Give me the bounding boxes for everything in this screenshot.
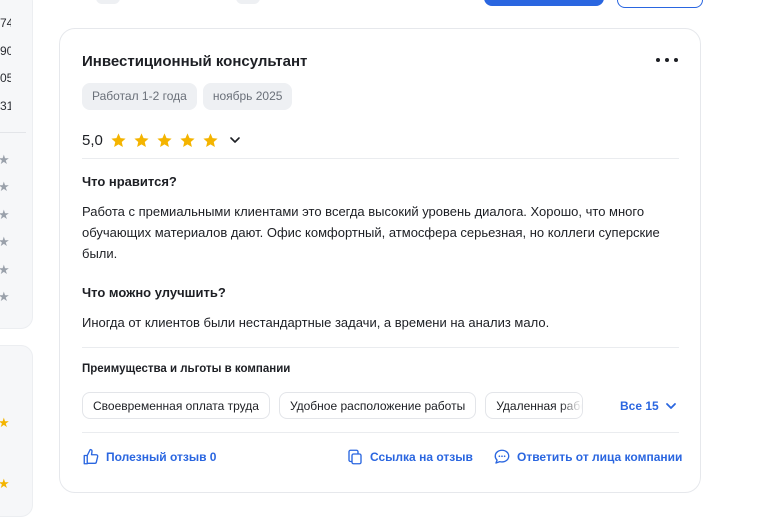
star-icon: ★ xyxy=(0,476,10,491)
top-toolbar-element xyxy=(236,0,260,4)
useful-review-button[interactable]: Полезный отзыв 0 xyxy=(82,448,216,466)
review-card: Инвестиционный консультант Работал 1-2 г… xyxy=(59,28,701,493)
left-divider xyxy=(0,132,26,133)
star-icon: ★ xyxy=(0,179,10,194)
rating-value: 5,0 xyxy=(82,131,103,149)
left-rating-number: 90 xyxy=(0,44,11,58)
rating-row: 5,0 xyxy=(82,129,241,151)
star-icon: ★ xyxy=(0,415,10,430)
benefit-chip: Своевременная оплата труда xyxy=(82,392,270,419)
star-icon xyxy=(203,132,218,147)
review-tags: Работал 1-2 года ноябрь 2025 xyxy=(82,83,293,110)
star-icon xyxy=(134,132,149,147)
tag-experience: Работал 1-2 года xyxy=(82,83,197,110)
review-title: Инвестиционный консультант xyxy=(82,53,308,70)
benefits-title: Преимущества и льготы в компании xyxy=(82,363,291,375)
useful-review-label: Полезный отзыв 0 xyxy=(106,450,217,464)
left-rating-number: 74 xyxy=(0,16,11,30)
all-benefits-button[interactable]: Все 15 xyxy=(620,399,677,413)
star-icon: ★ xyxy=(0,262,10,277)
chevron-down-icon xyxy=(665,403,676,409)
star-icon xyxy=(157,132,172,147)
left-second-panel xyxy=(0,345,33,517)
reply-as-company-label: Ответить от лица компании xyxy=(517,450,683,464)
pros-label: Что нравится? xyxy=(82,174,177,189)
reply-as-company-button[interactable]: Ответить от лица компании xyxy=(493,448,682,466)
chevron-down-icon[interactable] xyxy=(229,134,241,146)
more-options-icon[interactable] xyxy=(656,51,678,69)
top-secondary-button[interactable] xyxy=(617,0,703,8)
top-primary-button[interactable] xyxy=(484,0,604,6)
star-icon: ★ xyxy=(0,207,10,222)
star-icon xyxy=(180,132,195,147)
pros-text: Работа с премиальными клиентами это всег… xyxy=(82,204,660,261)
cons-text: Иногда от клиентов были нестандартные за… xyxy=(82,315,550,330)
copy-link-button[interactable]: Ссылка на отзыв xyxy=(346,448,473,466)
left-rating-number: 05 xyxy=(0,71,11,85)
chat-bubble-icon xyxy=(494,449,510,464)
benefits-list: Своевременная оплата труда Удобное распо… xyxy=(82,392,584,419)
copy-link-label: Ссылка на отзыв xyxy=(370,450,473,464)
thumbs-up-icon xyxy=(83,448,99,465)
cons-label: Что можно улучшить? xyxy=(82,285,226,300)
top-toolbar-element xyxy=(96,0,120,4)
star-icon: ★ xyxy=(0,152,10,167)
benefit-chip: Удаленная работа xyxy=(485,392,584,419)
left-rating-number: 31 xyxy=(0,99,11,113)
divider xyxy=(82,158,679,159)
copy-icon xyxy=(348,449,362,465)
tag-date: ноябрь 2025 xyxy=(202,83,293,110)
divider xyxy=(82,432,679,433)
benefit-chip: Удобное расположение работы xyxy=(278,392,477,419)
all-benefits-label: Все 15 xyxy=(620,399,659,413)
divider xyxy=(82,347,679,348)
star-icon: ★ xyxy=(0,234,10,249)
star-icon: ★ xyxy=(0,289,10,304)
review-actions: Полезный отзыв 0 Ссылка на отзыв Ответит… xyxy=(82,448,682,470)
star-icon xyxy=(111,132,126,147)
